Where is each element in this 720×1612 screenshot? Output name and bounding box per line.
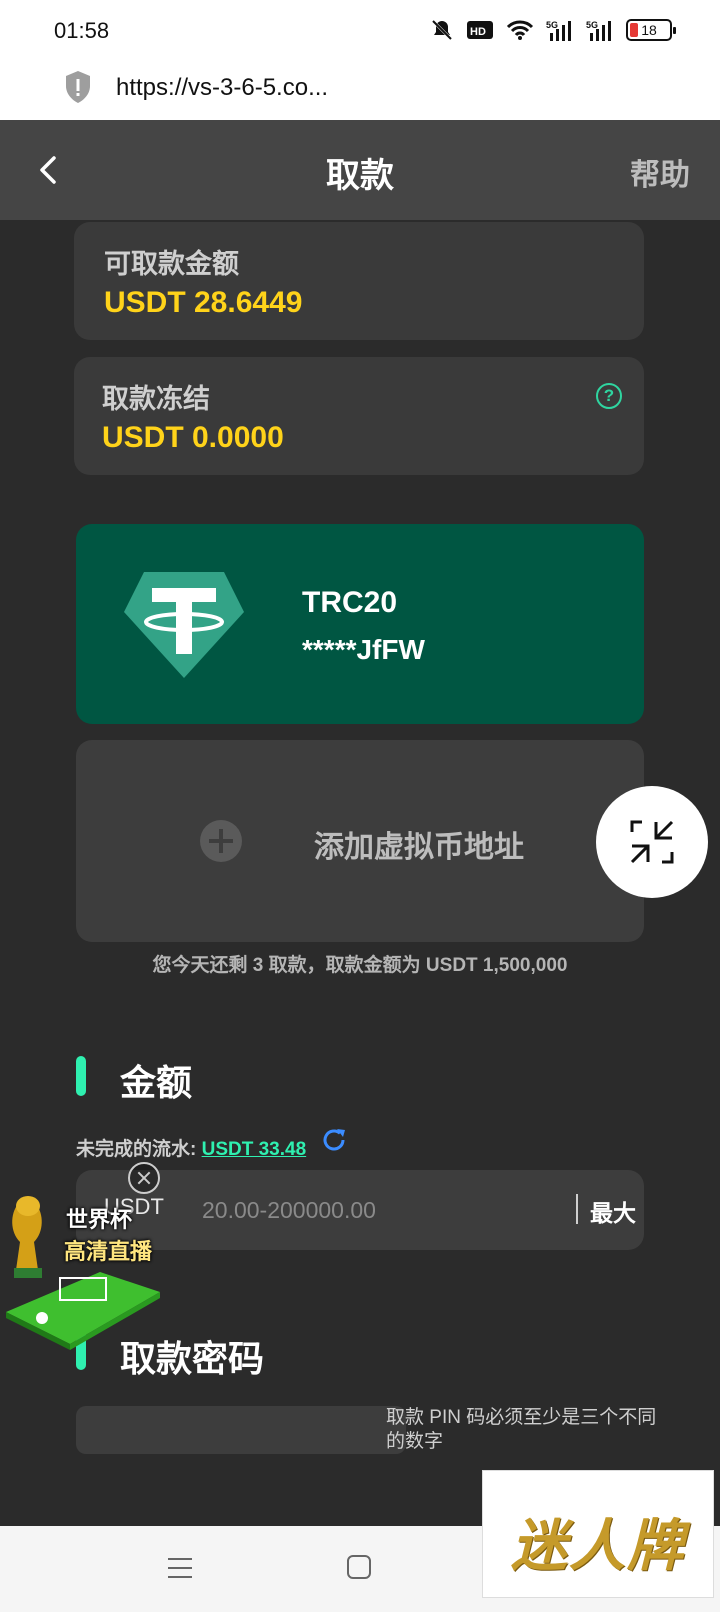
plus-icon bbox=[200, 820, 242, 862]
pin-hint: 取款 PIN 码必须至少是三个不同的数字 bbox=[386, 1407, 657, 1452]
amount-input[interactable] bbox=[202, 1188, 562, 1232]
promo-close-icon[interactable] bbox=[128, 1162, 160, 1194]
available-value: USDT 28.6449 bbox=[104, 286, 303, 319]
help-question-icon[interactable]: ? bbox=[596, 383, 622, 409]
turnover-row: 未完成的流水: USDT 33.48 bbox=[76, 1134, 306, 1161]
watermark-text: 迷人牌 bbox=[511, 1513, 685, 1579]
input-divider bbox=[576, 1194, 578, 1224]
available-balance-card: 可取款金额 USDT 28.6449 bbox=[74, 222, 644, 340]
turnover-value-link[interactable]: USDT 33.48 bbox=[202, 1139, 307, 1160]
frozen-balance-card: 取款冻结 USDT 0.0000 ? bbox=[74, 357, 644, 475]
svg-text:5G: 5G bbox=[586, 20, 598, 30]
battery-icon: 18 bbox=[626, 19, 676, 41]
page-title: 取款 bbox=[326, 157, 394, 195]
available-label: 可取款金额 bbox=[104, 249, 239, 279]
frozen-value: USDT 0.0000 bbox=[102, 421, 284, 454]
battery-level: 18 bbox=[641, 22, 657, 38]
url-text[interactable]: https://vs-3-6-5.co... bbox=[116, 74, 328, 102]
remaining-withdrawals-note: 您今天还剩 3 取款，取款金额为 USDT 1,500,000 bbox=[152, 955, 568, 976]
add-address-label: 添加虚拟币地址 bbox=[314, 831, 524, 864]
refresh-icon[interactable] bbox=[320, 1126, 348, 1154]
mute-icon bbox=[431, 19, 453, 41]
status-icons: HD 5G 5G 18 bbox=[430, 18, 676, 42]
signal-5g-icon: 5G bbox=[546, 20, 571, 41]
wallet-network: TRC20 bbox=[302, 586, 398, 619]
shield-icon[interactable] bbox=[64, 70, 92, 104]
promo-line-1: 世界杯 bbox=[66, 1207, 133, 1232]
help-button[interactable]: 帮助 bbox=[630, 150, 690, 194]
signal-5g-icon-2: 5G bbox=[586, 20, 611, 41]
promo-line-2: 高清直播 bbox=[64, 1239, 153, 1264]
svg-text:HD: HD bbox=[470, 26, 486, 38]
menu-icon[interactable] bbox=[166, 1554, 194, 1582]
floating-collapse-button[interactable] bbox=[596, 786, 708, 898]
status-bar: 01:58 HD 5G 5G 18 bbox=[0, 0, 720, 60]
frozen-label: 取款冻结 bbox=[102, 384, 210, 414]
wallet-address: *****JfFW bbox=[302, 634, 425, 665]
turnover-label: 未完成的流水: bbox=[76, 1139, 202, 1160]
hd-icon: HD bbox=[467, 21, 493, 39]
wallet-card[interactable]: TRC20 *****JfFW bbox=[76, 524, 644, 724]
url-bar[interactable]: https://vs-3-6-5.co... bbox=[0, 60, 720, 120]
app-header: 取款 帮助 bbox=[0, 120, 720, 220]
wifi-icon bbox=[506, 20, 534, 40]
pin-input[interactable] bbox=[76, 1406, 406, 1454]
amount-section-title: 金额 bbox=[120, 1062, 193, 1103]
status-time: 01:58 bbox=[54, 18, 110, 43]
max-button[interactable]: 最大 bbox=[590, 1194, 636, 1228]
tether-icon bbox=[124, 572, 244, 678]
svg-text:5G: 5G bbox=[546, 20, 558, 30]
add-address-button[interactable]: 添加虚拟币地址 bbox=[76, 740, 644, 942]
watermark-logo: 迷人牌 bbox=[482, 1470, 714, 1598]
home-square-icon[interactable] bbox=[346, 1554, 372, 1580]
section-accent-bar bbox=[76, 1056, 86, 1096]
collapse-arrows-icon bbox=[630, 820, 674, 864]
